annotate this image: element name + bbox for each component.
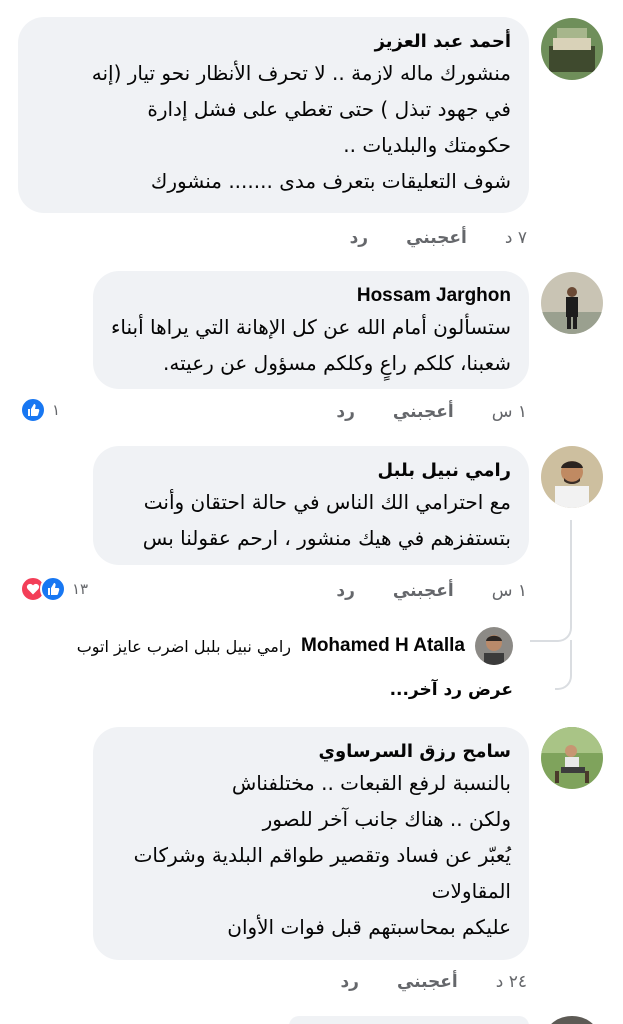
- comment-actions: ٢٤ د أعجبني رد: [340, 972, 527, 992]
- comment-author[interactable]: Hossam Jarghon: [111, 283, 511, 309]
- comment-time[interactable]: ٢٤ د: [496, 972, 527, 992]
- reply-item: Mohamed H Atalla رامي نبيل بلبل اضرب عاي…: [77, 627, 513, 665]
- avatar[interactable]: [541, 446, 603, 508]
- like-reaction-icon: [40, 576, 66, 602]
- reaction-count: ١٣: [72, 580, 89, 598]
- like-button[interactable]: أعجبني: [397, 972, 458, 992]
- like-button[interactable]: أعجبني: [393, 402, 454, 422]
- reply-button[interactable]: رد: [336, 581, 355, 601]
- comment-bubble: Hossam Jarghon ستسألون أمام الله عن كل ا…: [93, 271, 529, 389]
- comment-time[interactable]: ٧ د: [505, 228, 527, 248]
- next-comment-bubble: [289, 1016, 529, 1024]
- avatar[interactable]: [541, 18, 603, 80]
- like-button[interactable]: أعجبني: [406, 228, 467, 248]
- comment-author[interactable]: أحمد عبد العزيز: [36, 29, 511, 55]
- like-button[interactable]: أعجبني: [393, 581, 454, 601]
- comment-author[interactable]: سامح رزق السرساوي: [111, 739, 511, 765]
- comment-author[interactable]: رامي نبيل بلبل: [111, 458, 511, 484]
- avatar[interactable]: [475, 627, 513, 665]
- comment-actions: ٧ د أعجبني رد: [350, 228, 527, 248]
- thread-connector: [555, 640, 572, 690]
- comment-bubble: أحمد عبد العزيز منشورك ماله لازمة .. لا …: [18, 17, 529, 213]
- reply-text: رامي نبيل بلبل اضرب عايز اتوب: [76, 636, 291, 656]
- comment-actions: ١ س أعجبني رد: [336, 581, 527, 601]
- reactions-summary[interactable]: ١٣: [20, 576, 88, 602]
- avatar[interactable]: [546, 1016, 598, 1024]
- comment-text: مع احترامي الك الناس في حالة احتقان وأنت…: [142, 490, 511, 550]
- reply-author[interactable]: Mohamed H Atalla: [301, 635, 465, 657]
- comment-text: بالنسبة لرفع القبعات .. مختلفناش ولكن ..…: [133, 771, 511, 939]
- comment-text: ستسألون أمام الله عن كل الإهانة التي يرا…: [111, 315, 511, 375]
- comment-actions: ١ س أعجبني رد: [336, 402, 527, 422]
- reply-button[interactable]: رد: [340, 972, 359, 992]
- comment-text: منشورك ماله لازمة .. لا تحرف الأنظار نحو…: [91, 61, 511, 193]
- avatar[interactable]: [541, 272, 603, 334]
- avatar[interactable]: [541, 727, 603, 789]
- like-reaction-icon: [20, 397, 46, 423]
- view-more-replies-link[interactable]: عرض رد آخر...: [390, 680, 513, 700]
- comment-bubble: سامح رزق السرساوي بالنسبة لرفع القبعات .…: [93, 727, 529, 960]
- reply-button[interactable]: رد: [350, 228, 369, 248]
- comment-time[interactable]: ١ س: [492, 402, 527, 422]
- reply-button[interactable]: رد: [336, 402, 355, 422]
- thread-connector: [530, 520, 572, 642]
- reaction-count: ١: [52, 401, 61, 419]
- reactions-summary[interactable]: ١: [20, 397, 60, 423]
- comment-time[interactable]: ١ س: [492, 581, 527, 601]
- comment-bubble: رامي نبيل بلبل مع احترامي الك الناس في ح…: [93, 446, 529, 565]
